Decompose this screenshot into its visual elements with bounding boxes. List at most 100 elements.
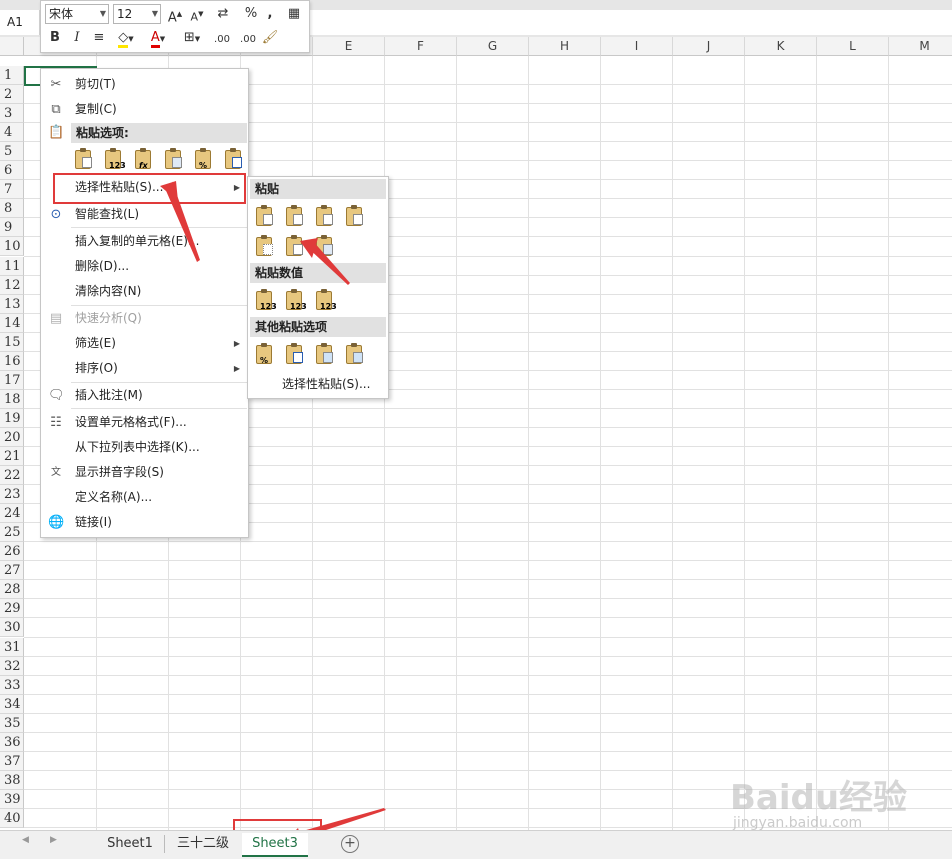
row-header-25[interactable]: 25 — [0, 523, 24, 543]
font-color-button[interactable]: A▼ — [145, 29, 171, 48]
row-header-1[interactable]: 1 — [0, 66, 24, 86]
submenu-keep-column-widths-icon[interactable] — [284, 234, 306, 260]
row-header-15[interactable]: 15 — [0, 332, 24, 352]
italic-button[interactable]: I — [69, 29, 85, 47]
row-header-14[interactable]: 14 — [0, 313, 24, 333]
menu-item-define-name[interactable]: 定义名称(A)... — [41, 485, 248, 510]
submenu-formulas-icon[interactable] — [284, 204, 306, 230]
row-header-36[interactable]: 36 — [0, 732, 24, 752]
row-header-39[interactable]: 39 — [0, 789, 24, 809]
row-header-30[interactable]: 30 — [0, 618, 24, 638]
paste-option-transpose-icon[interactable] — [163, 147, 185, 173]
font-name-box[interactable]: 宋体 ▼ — [45, 4, 109, 24]
row-header-12[interactable]: 12 — [0, 275, 24, 295]
row-header-35[interactable]: 35 — [0, 713, 24, 733]
row-header-22[interactable]: 22 — [0, 466, 24, 486]
paste-option-formatting-icon[interactable]: % — [193, 147, 215, 173]
tab-next-icon[interactable]: ▶ — [50, 835, 57, 845]
column-header-i[interactable]: I — [601, 37, 673, 56]
format-table-icon[interactable]: ▦ — [285, 5, 303, 23]
submenu-formulas-number-format-icon[interactable] — [314, 204, 336, 230]
bold-button[interactable]: B — [47, 29, 63, 47]
submenu-paste-link-icon[interactable] — [284, 342, 306, 368]
menu-item-filter[interactable]: 筛选(E) ▶ — [41, 331, 248, 356]
row-header-26[interactable]: 26 — [0, 542, 24, 562]
row-header-6[interactable]: 6 — [0, 161, 24, 181]
row-header-18[interactable]: 18 — [0, 389, 24, 409]
submenu-transpose-icon[interactable] — [314, 234, 336, 260]
menu-item-format-cells[interactable]: ☷ 设置单元格格式(F)... — [41, 410, 248, 435]
submenu-paste-icon[interactable] — [254, 204, 276, 230]
column-header-m[interactable]: M — [889, 37, 952, 56]
select-all-corner[interactable] — [0, 37, 24, 56]
sheet-tab-2[interactable]: 三十二级 — [168, 833, 238, 855]
row-header-20[interactable]: 20 — [0, 427, 24, 447]
font-size-box[interactable]: 12 ▼ — [113, 4, 161, 24]
column-header-j[interactable]: J — [673, 37, 745, 56]
menu-item-insert-comment[interactable]: 🗨 插入批注(M) — [41, 383, 248, 408]
row-header-23[interactable]: 23 — [0, 485, 24, 505]
menu-item-copy[interactable]: ⧉ 复制(C) — [41, 97, 248, 122]
row-header-17[interactable]: 17 — [0, 370, 24, 390]
sheet-tab-3[interactable]: Sheet3 — [242, 833, 308, 857]
row-header-7[interactable]: 7 — [0, 180, 24, 200]
row-header-3[interactable]: 3 — [0, 104, 24, 124]
row-header-24[interactable]: 24 — [0, 504, 24, 524]
menu-item-insert-copied[interactable]: 插入复制的单元格(E)... — [41, 229, 248, 254]
submenu-values-number-format-icon[interactable]: 123 — [284, 288, 307, 314]
column-header-f[interactable]: F — [385, 37, 457, 56]
row-header-10[interactable]: 10 — [0, 237, 24, 257]
row-header-40[interactable]: 40 — [0, 808, 24, 828]
menu-item-cut[interactable]: ✂ 剪切(T) — [41, 72, 248, 97]
add-sheet-button[interactable]: + — [341, 835, 359, 853]
paste-option-paste-icon[interactable] — [73, 147, 95, 173]
submenu-linked-picture-icon[interactable] — [344, 342, 366, 368]
menu-item-phonetic[interactable]: 文 显示拼音字段(S) — [41, 460, 248, 485]
decrease-decimal-button[interactable]: .00 — [237, 31, 259, 49]
grow-font-button[interactable]: A▲ — [167, 5, 183, 27]
name-box[interactable]: A1 — [0, 10, 40, 35]
column-header-l[interactable]: L — [817, 37, 889, 56]
menu-item-pick-list[interactable]: 从下拉列表中选择(K)... — [41, 435, 248, 460]
row-header-32[interactable]: 32 — [0, 656, 24, 676]
row-header-28[interactable]: 28 — [0, 580, 24, 600]
menu-item-link[interactable]: 🌐 链接(I) — [41, 510, 248, 535]
menu-item-smart-lookup[interactable]: ⊙ 智能查找(L) — [41, 202, 248, 227]
submenu-keep-source-format-icon[interactable] — [344, 204, 366, 230]
row-header-31[interactable]: 31 — [0, 637, 24, 657]
row-header-34[interactable]: 34 — [0, 694, 24, 714]
menu-item-delete[interactable]: 删除(D)... — [41, 254, 248, 279]
row-header-38[interactable]: 38 — [0, 770, 24, 790]
menu-item-clear[interactable]: 清除内容(N) — [41, 279, 248, 304]
row-header-27[interactable]: 27 — [0, 561, 24, 581]
fill-color-icon[interactable]: ◇▼ — [113, 29, 139, 48]
submenu-values-source-format-icon[interactable]: 123 — [314, 288, 337, 314]
column-header-g[interactable]: G — [457, 37, 529, 56]
row-header-19[interactable]: 19 — [0, 408, 24, 428]
sheet-tab-1[interactable]: Sheet1 — [98, 833, 162, 855]
row-header-9[interactable]: 9 — [0, 218, 24, 238]
submenu-values-icon[interactable]: 123 — [254, 288, 277, 314]
row-header-33[interactable]: 33 — [0, 675, 24, 695]
cell-style-icon[interactable]: ⇄ — [211, 5, 235, 23]
comma-style-button[interactable]: , — [263, 5, 277, 23]
row-header-13[interactable]: 13 — [0, 294, 24, 314]
row-header-5[interactable]: 5 — [0, 142, 24, 162]
submenu-picture-icon[interactable] — [314, 342, 336, 368]
percent-style-button[interactable]: % — [239, 5, 263, 23]
submenu-item-paste-special[interactable]: 选择性粘贴(S)... — [248, 372, 388, 397]
column-header-e[interactable]: E — [313, 37, 385, 56]
align-center-icon[interactable]: ≡ — [91, 29, 107, 47]
menu-item-sort[interactable]: 排序(O) ▶ — [41, 356, 248, 381]
format-painter-icon[interactable]: 🖌 — [261, 29, 279, 47]
row-header-37[interactable]: 37 — [0, 751, 24, 771]
paste-option-link-icon[interactable] — [223, 147, 245, 173]
shrink-font-button[interactable]: A▼ — [189, 5, 205, 27]
borders-icon[interactable]: ⊞▼ — [179, 29, 205, 48]
submenu-no-borders-icon[interactable] — [254, 234, 276, 260]
row-header-21[interactable]: 21 — [0, 447, 24, 467]
tab-prev-icon[interactable]: ◀ — [22, 835, 29, 845]
row-header-4[interactable]: 4 — [0, 123, 24, 143]
column-header-h[interactable]: H — [529, 37, 601, 56]
row-header-2[interactable]: 2 — [0, 85, 24, 105]
